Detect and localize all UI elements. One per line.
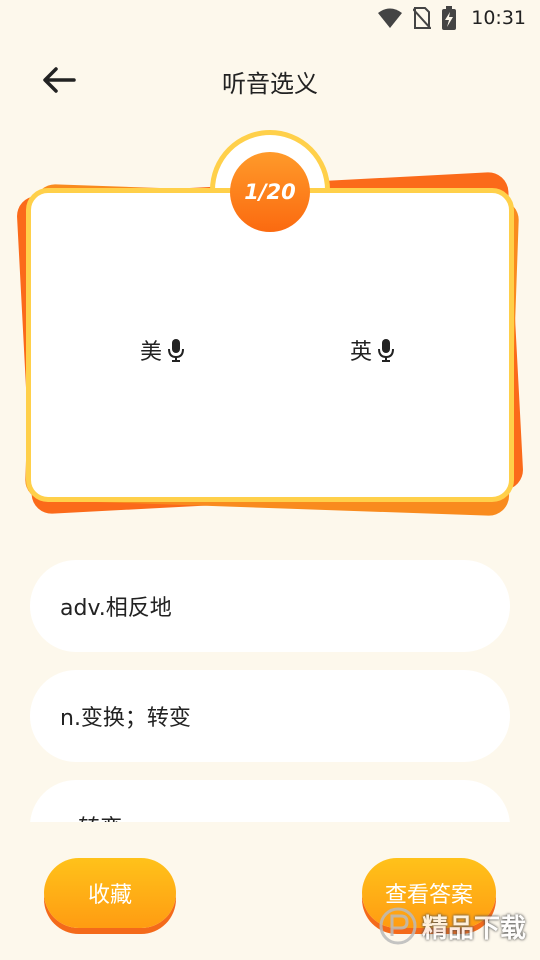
option-text: adv.相反地: [60, 596, 172, 621]
options-list: adv.相反地 n.变换；转变 v.转变: [0, 540, 540, 822]
uk-pronunciation-button[interactable]: 英: [350, 334, 395, 366]
watermark: 精品下载: [378, 896, 538, 956]
watermark-logo-icon: [379, 907, 417, 945]
status-bar: 10:31: [0, 0, 540, 36]
uk-label: 英: [350, 340, 373, 365]
no-sim-icon: [413, 7, 432, 29]
header: 听音选义: [0, 50, 540, 110]
battery-charging-icon: [442, 6, 457, 30]
option-text: v.转变: [60, 810, 122, 822]
page-title: 听音选义: [222, 70, 318, 98]
microphone-icon: [378, 339, 395, 362]
progress-counter: 1/20: [230, 152, 310, 232]
wifi-icon: [378, 8, 403, 28]
option-item[interactable]: n.变换；转变: [30, 670, 510, 762]
microphone-icon: [168, 339, 185, 362]
us-label: 美: [140, 340, 163, 365]
option-item[interactable]: adv.相反地: [30, 560, 510, 652]
status-time: 10:31: [471, 7, 526, 29]
collect-button[interactable]: 收藏: [44, 858, 176, 928]
us-pronunciation-button[interactable]: 美: [140, 334, 185, 366]
watermark-text: 精品下载: [422, 913, 527, 944]
option-item[interactable]: v.转变: [30, 780, 510, 822]
option-text: n.变换；转变: [60, 706, 191, 731]
